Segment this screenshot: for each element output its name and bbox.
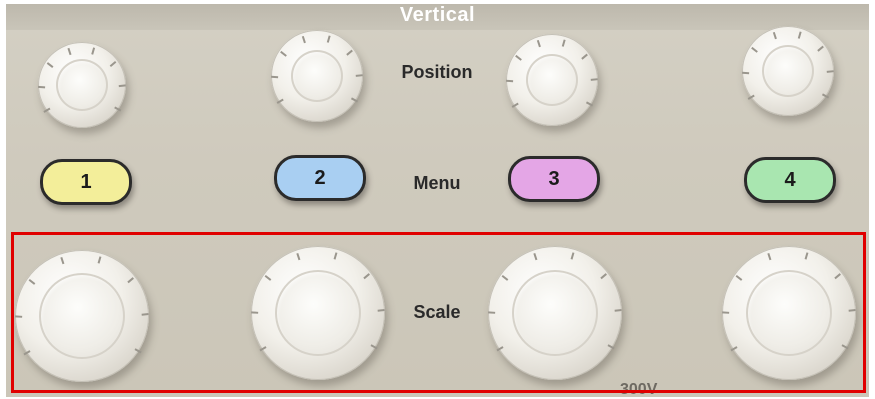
- knob-tick: [536, 39, 541, 48]
- knob-tick: [67, 47, 72, 56]
- channel-4-button[interactable]: 4: [744, 157, 836, 203]
- knob-tick: [346, 49, 353, 56]
- knob-tick: [350, 97, 359, 103]
- knob-tick: [43, 107, 51, 113]
- knob-tick: [506, 79, 514, 83]
- knob-tick: [301, 35, 306, 44]
- channel-2-button[interactable]: 2: [274, 155, 366, 201]
- knob-tick: [355, 74, 363, 77]
- knob-tick: [590, 78, 598, 81]
- position-knob-ch3[interactable]: [506, 34, 598, 126]
- section-title: Vertical: [399, 4, 476, 26]
- knob-tick: [91, 47, 96, 55]
- knob-tick: [118, 84, 126, 88]
- knob-tick: [772, 31, 777, 40]
- channel-3-button[interactable]: 3: [508, 156, 600, 202]
- channel-4-label: 4: [784, 168, 796, 191]
- knob-tick: [751, 46, 758, 53]
- position-knob-ch4[interactable]: [742, 26, 834, 116]
- knob-tick: [581, 53, 588, 60]
- position-knob-ch1[interactable]: [38, 42, 126, 128]
- channel-3-label: 3: [548, 167, 560, 190]
- knob-tick: [797, 31, 802, 39]
- menu-label: Menu: [413, 173, 461, 193]
- knob-tick: [38, 85, 46, 89]
- knob-tick: [326, 35, 331, 43]
- knob-tick: [109, 60, 117, 67]
- knob-tick: [585, 101, 594, 107]
- knob-tick: [276, 98, 284, 104]
- knob-tick: [511, 102, 519, 108]
- knob-tick: [817, 45, 824, 52]
- channel-1-button[interactable]: 1: [40, 159, 132, 205]
- knob-tick: [826, 70, 834, 73]
- position-knob-ch2[interactable]: [271, 30, 363, 122]
- knob-tick: [561, 39, 566, 47]
- position-label: Position: [401, 62, 473, 82]
- scale-highlight-box: [11, 232, 866, 393]
- knob-tick: [742, 71, 750, 75]
- knob-tick: [747, 94, 755, 100]
- channel-2-label: 2: [314, 166, 326, 189]
- knob-tick: [280, 50, 287, 57]
- knob-tick: [515, 54, 522, 61]
- knob-tick: [46, 62, 54, 69]
- knob-tick: [271, 75, 279, 79]
- channel-1-label: 1: [80, 170, 92, 193]
